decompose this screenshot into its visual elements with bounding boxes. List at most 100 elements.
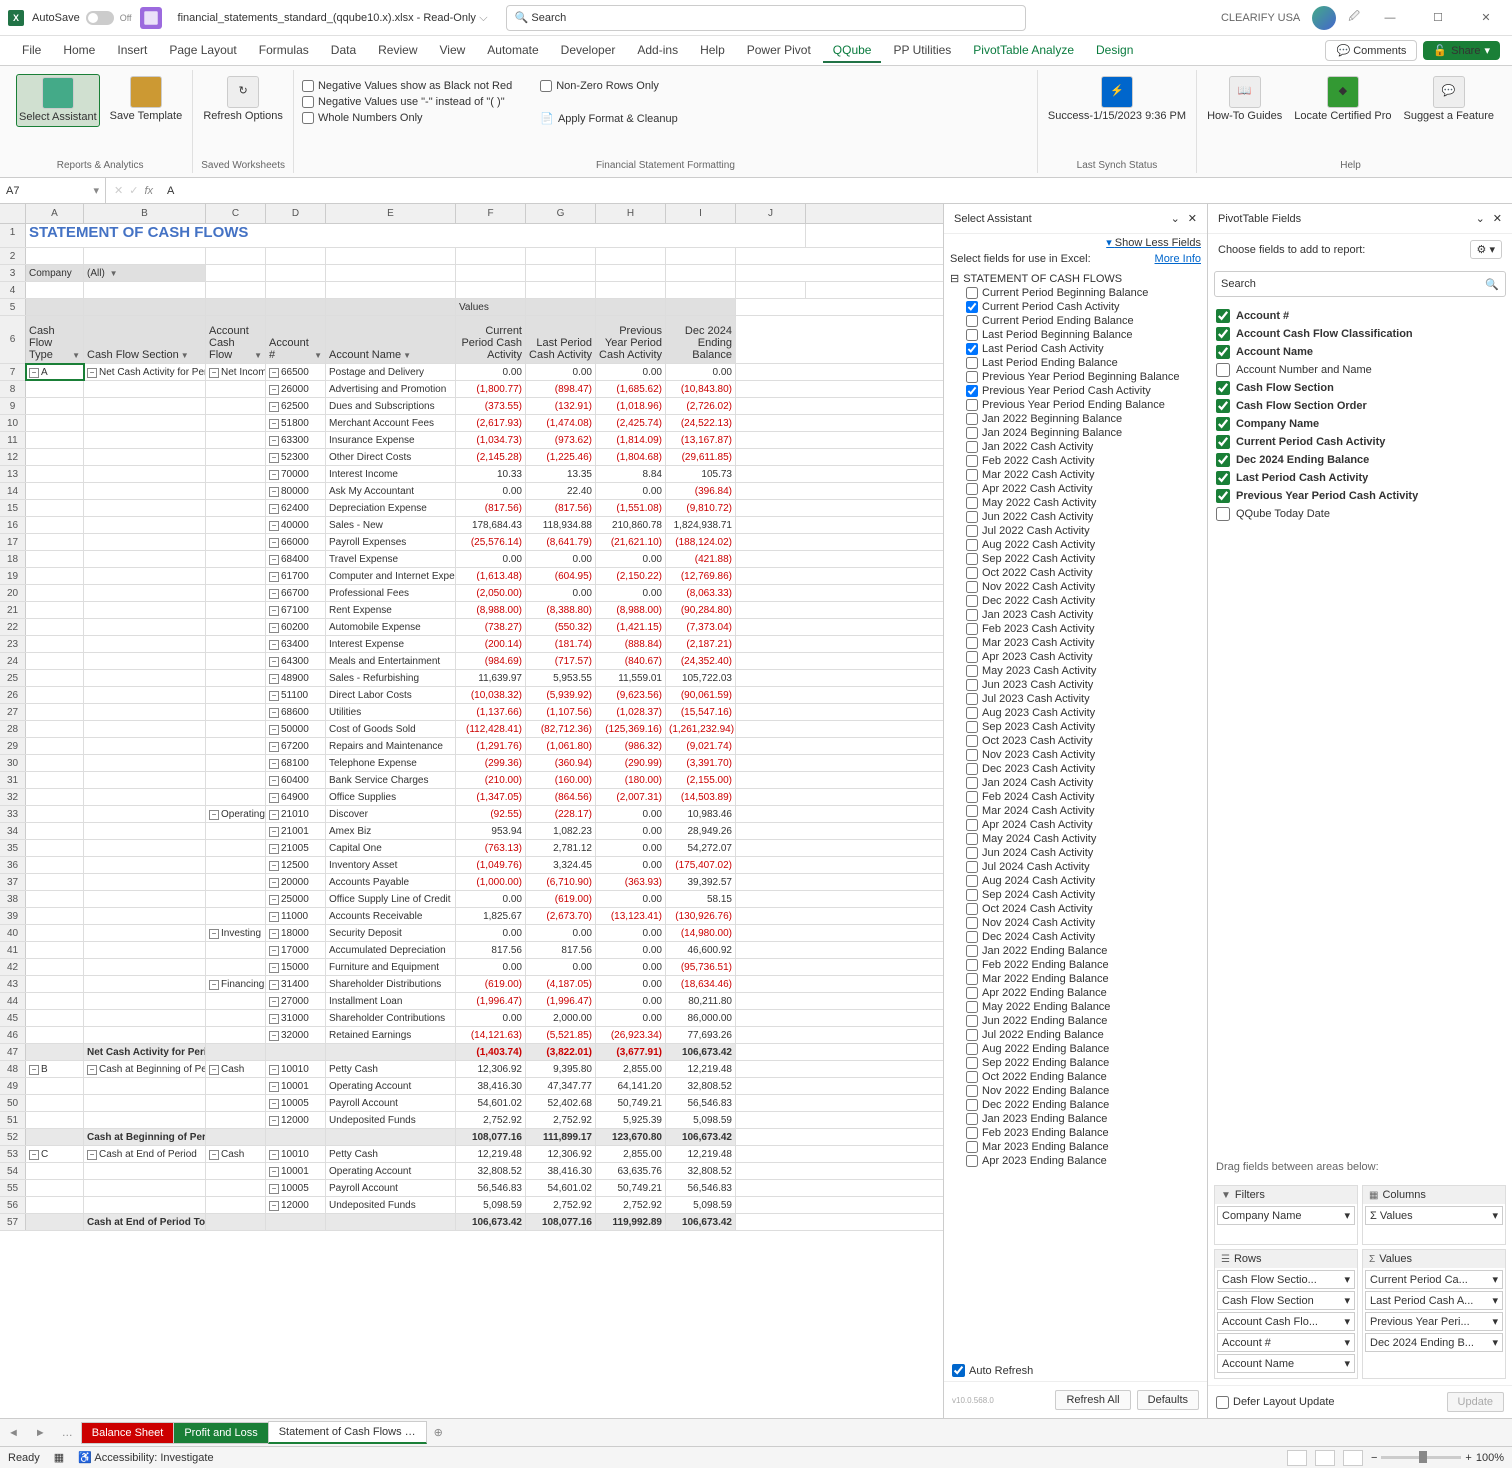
defer-layout-checkbox[interactable]: Defer Layout Update	[1216, 1396, 1335, 1409]
page-break-button[interactable]	[1343, 1450, 1363, 1466]
pt-columns-area[interactable]: ▦ Columns Σ Values▾	[1362, 1185, 1506, 1245]
table-row[interactable]: 35−21005Capital One(763.13)2,781.120.005…	[0, 840, 943, 857]
row-header[interactable]: 8	[0, 381, 26, 397]
pt-chip[interactable]: Company Name▾	[1217, 1206, 1355, 1225]
pt-chip[interactable]: Cash Flow Sectio...▾	[1217, 1270, 1355, 1289]
col-header-F[interactable]: F	[456, 204, 526, 223]
table-row[interactable]: 47Net Cash Activity for Period Total(1,4…	[0, 1044, 943, 1061]
assist-field[interactable]: Feb 2024 Cash Activity	[948, 790, 1203, 804]
assist-field[interactable]: Sep 2023 Cash Activity	[948, 720, 1203, 734]
pt-chip[interactable]: Last Period Cash A...▾	[1365, 1291, 1503, 1310]
row-header[interactable]: 49	[0, 1078, 26, 1094]
assist-field[interactable]: Jan 2022 Cash Activity	[948, 440, 1203, 454]
assist-field[interactable]: Dec 2022 Ending Balance	[948, 1098, 1203, 1112]
assist-field[interactable]: Jan 2022 Ending Balance	[948, 944, 1203, 958]
assist-field[interactable]: Oct 2022 Ending Balance	[948, 1070, 1203, 1084]
row-header[interactable]: 35	[0, 840, 26, 856]
assist-field[interactable]: Jun 2022 Cash Activity	[948, 510, 1203, 524]
row-header[interactable]: 12	[0, 449, 26, 465]
assist-field[interactable]: May 2024 Cash Activity	[948, 832, 1203, 846]
assist-field[interactable]: Nov 2022 Ending Balance	[948, 1084, 1203, 1098]
assist-field[interactable]: Current Period Cash Activity	[948, 300, 1203, 314]
sheet-tab-cashflow[interactable]: Statement of Cash Flows …	[268, 1421, 427, 1444]
assist-field[interactable]: Jan 2024 Beginning Balance	[948, 426, 1203, 440]
minimize-button[interactable]: —	[1372, 4, 1408, 32]
assist-field[interactable]: Mar 2022 Cash Activity	[948, 468, 1203, 482]
table-row[interactable]: 57Cash at End of Period Total106,673.421…	[0, 1214, 943, 1231]
table-row[interactable]: 9−62500Dues and Subscriptions(373.55)(13…	[0, 398, 943, 415]
row-header[interactable]: 26	[0, 687, 26, 703]
table-row[interactable]: 51−12000Undeposited Funds2,752.922,752.9…	[0, 1112, 943, 1129]
avatar[interactable]	[1312, 6, 1336, 30]
howto-guides-button[interactable]: 📖How-To Guides	[1205, 74, 1284, 125]
table-row[interactable]: 12−52300Other Direct Costs(2,145.28)(1,2…	[0, 449, 943, 466]
menu-tab-file[interactable]: File	[12, 39, 51, 63]
table-row[interactable]: 21−67100Rent Expense(8,988.00)(8,388.80)…	[0, 602, 943, 619]
table-row[interactable]: 28−50000Cost of Goods Sold(112,428.41)(8…	[0, 721, 943, 738]
table-row[interactable]: 8−26000Advertising and Promotion(1,800.7…	[0, 381, 943, 398]
assist-tree-root[interactable]: ⊟STATEMENT OF CASH FLOWS	[948, 271, 1203, 286]
assist-field[interactable]: Dec 2024 Cash Activity	[948, 930, 1203, 944]
comments-button[interactable]: 💬 Comments	[1325, 40, 1417, 61]
row-header[interactable]: 45	[0, 1010, 26, 1026]
assist-field[interactable]: Jul 2022 Cash Activity	[948, 524, 1203, 538]
assist-field[interactable]: Dec 2023 Cash Activity	[948, 762, 1203, 776]
row-header[interactable]: 29	[0, 738, 26, 754]
sheet-tab-balance[interactable]: Balance Sheet	[81, 1422, 175, 1444]
row-header[interactable]: 20	[0, 585, 26, 601]
row-header[interactable]: 23	[0, 636, 26, 652]
pt-field[interactable]: Dec 2024 Ending Balance	[1216, 451, 1504, 469]
table-row[interactable]: 24−64300Meals and Entertainment(984.69)(…	[0, 653, 943, 670]
table-row[interactable]: 46−32000Retained Earnings(14,121.63)(5,5…	[0, 1027, 943, 1044]
apply-format-button[interactable]: 📄 Apply Format & Cleanup	[540, 112, 678, 125]
assist-field[interactable]: Oct 2022 Cash Activity	[948, 566, 1203, 580]
global-search[interactable]: 🔍 Search	[506, 5, 1026, 31]
menu-tab-pivottable-analyze[interactable]: PivotTable Analyze	[963, 39, 1084, 63]
select-all-corner[interactable]	[0, 204, 26, 223]
assist-field[interactable]: Apr 2023 Ending Balance	[948, 1154, 1203, 1168]
row-header[interactable]: 18	[0, 551, 26, 567]
table-row[interactable]: 30−68100Telephone Expense(299.36)(360.94…	[0, 755, 943, 772]
assist-field[interactable]: Jul 2022 Ending Balance	[948, 1028, 1203, 1042]
assist-field[interactable]: Jan 2023 Cash Activity	[948, 608, 1203, 622]
table-row[interactable]: 41−17000Accumulated Depreciation817.5681…	[0, 942, 943, 959]
stats-icon[interactable]: ▦	[54, 1451, 64, 1464]
assist-field[interactable]: Mar 2024 Cash Activity	[948, 804, 1203, 818]
pane-chevron-icon[interactable]: ⌄	[1476, 212, 1485, 225]
pane-chevron-icon[interactable]: ⌄	[1171, 212, 1180, 225]
assist-field[interactable]: Previous Year Period Cash Activity	[948, 384, 1203, 398]
menu-tab-automate[interactable]: Automate	[477, 39, 548, 63]
table-row[interactable]: 42−15000Furniture and Equipment0.000.000…	[0, 959, 943, 976]
table-row[interactable]: 15−62400Depreciation Expense(817.56)(817…	[0, 500, 943, 517]
refresh-options-button[interactable]: ↻Refresh Options	[201, 74, 284, 125]
assist-field[interactable]: Jul 2024 Cash Activity	[948, 860, 1203, 874]
assist-field[interactable]: Oct 2024 Cash Activity	[948, 902, 1203, 916]
save-icon[interactable]	[140, 7, 162, 29]
suggest-feature-button[interactable]: 💬Suggest a Feature	[1401, 74, 1496, 125]
row-header[interactable]: 55	[0, 1180, 26, 1196]
row-header[interactable]: 17	[0, 534, 26, 550]
row-header[interactable]: 2	[0, 248, 26, 264]
table-row[interactable]: 7−A−Net Cash Activity for Period−Net Inc…	[0, 364, 943, 381]
row-header[interactable]: 57	[0, 1214, 26, 1230]
table-row[interactable]: 20−66700Professional Fees(2,050.00)0.000…	[0, 585, 943, 602]
zoom-slider[interactable]	[1381, 1456, 1461, 1459]
table-row[interactable]: 38−25000Office Supply Line of Credit0.00…	[0, 891, 943, 908]
fx-icon[interactable]: fx	[144, 185, 153, 197]
pt-field[interactable]: Account Name	[1216, 343, 1504, 361]
assist-field[interactable]: Previous Year Period Ending Balance	[948, 398, 1203, 412]
formula-bar[interactable]: A	[159, 185, 174, 197]
row-header[interactable]: 39	[0, 908, 26, 924]
table-row[interactable]: 19−61700Computer and Internet Expenses(1…	[0, 568, 943, 585]
assist-field[interactable]: Oct 2023 Cash Activity	[948, 734, 1203, 748]
pane-close-icon[interactable]: ✕	[1493, 212, 1502, 225]
zoom-level[interactable]: 100%	[1476, 1452, 1504, 1464]
accept-formula-icon[interactable]: ✓	[129, 184, 138, 197]
pt-chip[interactable]: Σ Values▾	[1365, 1206, 1503, 1225]
row-header[interactable]: 19	[0, 568, 26, 584]
pt-field[interactable]: Previous Year Period Cash Activity	[1216, 487, 1504, 505]
assist-field[interactable]: Feb 2023 Ending Balance	[948, 1126, 1203, 1140]
more-info-link[interactable]: More Info	[1155, 253, 1201, 265]
maximize-button[interactable]: ☐	[1420, 4, 1456, 32]
accessibility-status[interactable]: ♿ Accessibility: Investigate	[78, 1451, 213, 1464]
